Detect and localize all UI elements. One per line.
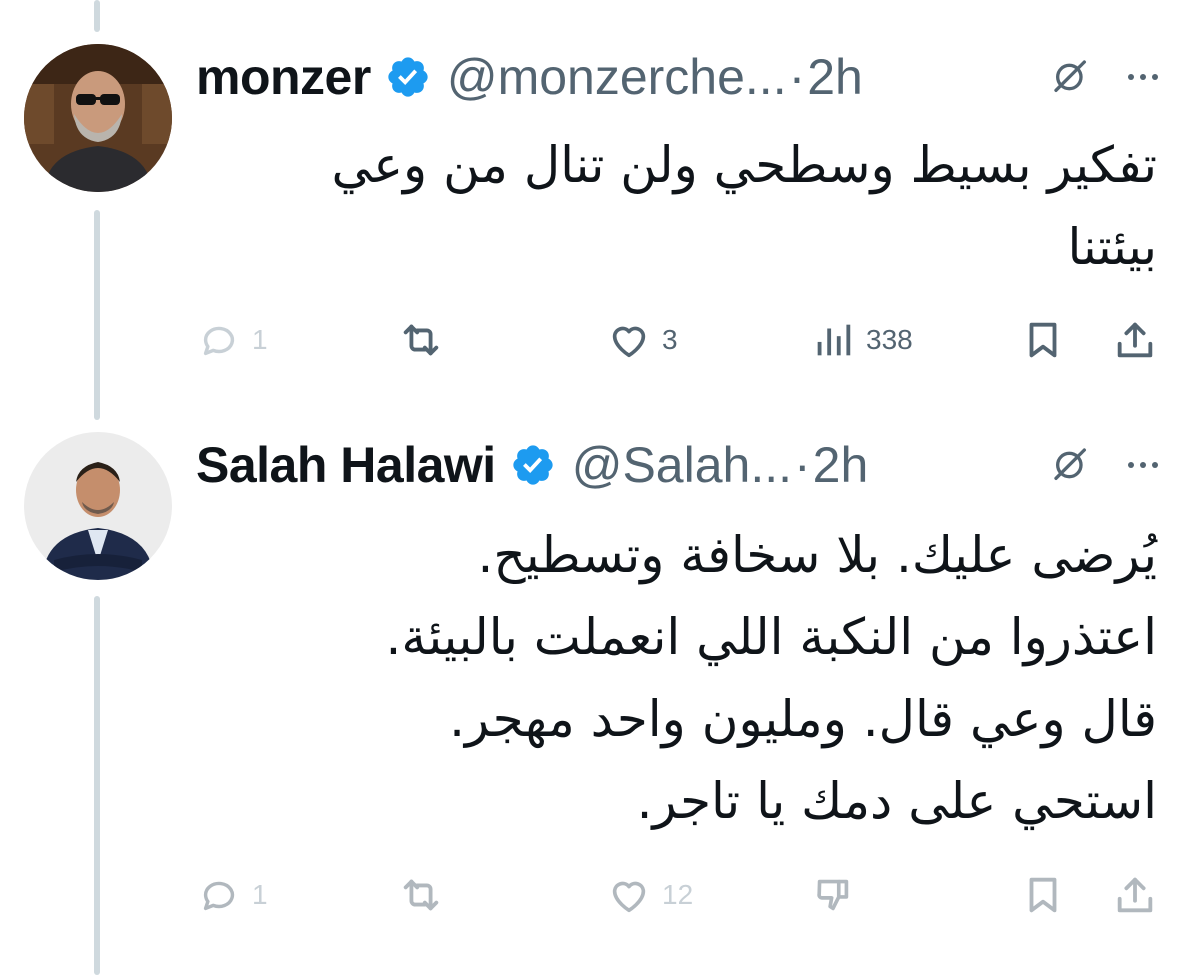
timestamp[interactable]: 2h [813, 436, 869, 494]
like-button[interactable]: 12 [606, 872, 693, 918]
bookmark-icon [1029, 877, 1057, 913]
downvote-button[interactable] [810, 872, 856, 918]
tweet-text-line: قال وعي قال. ومليون واحد مهجر. [449, 690, 1157, 748]
share-button[interactable] [1112, 872, 1158, 918]
retweet-icon [403, 879, 439, 911]
like-button[interactable]: 3 [606, 317, 678, 363]
tweet-text-line: استحي على دمك يا تاجر. [636, 772, 1157, 830]
more-icon[interactable] [1125, 59, 1161, 95]
views-icon [817, 324, 851, 356]
views-button[interactable]: 338 [810, 317, 913, 363]
like-count: 3 [662, 324, 678, 355]
reply-count: 1 [252, 879, 268, 910]
retweet-icon [403, 324, 439, 356]
bookmark-button[interactable] [1020, 317, 1066, 363]
bookmark-icon [1029, 322, 1057, 358]
tweet-text: تفكير بسيط وسطحي ولن تنال من وعي بيئتنا [196, 124, 1157, 288]
verified-badge-icon [388, 57, 428, 97]
tweet-header: Salah Halawi @Salah... · 2h [196, 430, 1175, 500]
more-icon[interactable] [1125, 447, 1161, 483]
display-name[interactable]: monzer [196, 48, 371, 106]
display-name[interactable]: Salah Halawi [196, 436, 496, 494]
views-count: 338 [866, 324, 913, 355]
handle[interactable]: @monzerche... [447, 48, 787, 106]
bookmark-button[interactable] [1020, 872, 1066, 918]
avatar[interactable] [24, 432, 172, 580]
tweet-salah-halawi[interactable]: Salah Halawi @Salah... · 2h يُرضى عليك. … [0, 410, 1199, 975]
reply-button[interactable]: 1 [196, 872, 268, 918]
timestamp[interactable]: 2h [807, 48, 863, 106]
separator: · [788, 49, 806, 105]
retweet-button[interactable] [398, 872, 444, 918]
share-button[interactable] [1112, 317, 1158, 363]
downvote-icon [817, 879, 849, 911]
share-icon [1117, 877, 1153, 913]
avatar[interactable] [24, 44, 172, 192]
tweet-text-line: يُرضى عليك. بلا سخافة وتسطيح. [477, 526, 1157, 584]
handle[interactable]: @Salah... [572, 436, 792, 494]
tweet-text-line: بيئتنا [1067, 218, 1157, 276]
reply-icon [203, 326, 235, 356]
retweet-button[interactable] [398, 317, 444, 363]
tweet-text-line: تفكير بسيط وسطحي ولن تنال من وعي [331, 136, 1157, 194]
like-icon [612, 326, 646, 358]
action-bar: 1 3 338 [196, 315, 1171, 365]
share-icon [1117, 322, 1153, 358]
grok-icon[interactable] [1051, 445, 1091, 485]
tweet-text-line: اعتذروا من النكبة اللي انعملت بالبيئة. [385, 608, 1157, 666]
grok-icon[interactable] [1051, 57, 1091, 97]
like-count: 12 [662, 879, 694, 910]
separator: · [794, 437, 811, 493]
reply-button[interactable]: 1 [196, 317, 268, 363]
verified-badge-icon [513, 445, 553, 485]
tweet-text: يُرضى عليك. بلا سخافة وتسطيح. اعتذروا من… [196, 514, 1157, 842]
reply-icon [203, 881, 235, 911]
like-icon [612, 881, 646, 913]
reply-count: 1 [252, 324, 268, 355]
action-bar: 1 12 [196, 870, 1171, 920]
tweet-monzer[interactable]: monzer @monzerche... · 2h تفكير بسيط وسط… [0, 0, 1199, 410]
tweet-header: monzer @monzerche... · 2h [196, 42, 1175, 112]
